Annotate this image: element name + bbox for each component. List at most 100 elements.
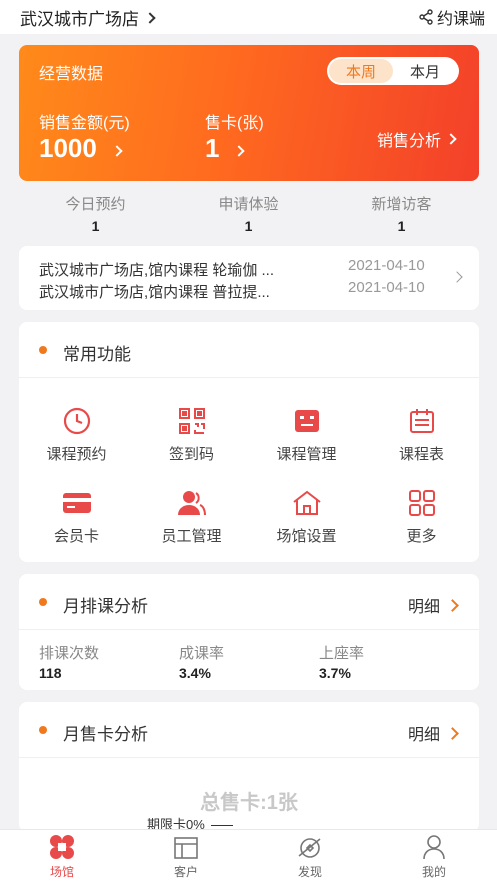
section-header: 月排课分析 明细	[19, 574, 479, 630]
chevron-right-icon	[446, 726, 459, 740]
notice-text: 武汉城市广场店,馆内课程 轮瑜伽 ...	[39, 262, 275, 279]
chevron-right-icon	[111, 144, 123, 157]
tab-label: 我的	[421, 865, 446, 879]
business-data-card: 经营数据 本周 本月 销售金额(元) 1000 售卡(张) 1 销售分析	[19, 45, 479, 181]
detail-link[interactable]: 明细	[407, 721, 459, 745]
bullet-dot	[39, 346, 47, 354]
total-cards-sold: 总售卡:1张	[200, 792, 298, 814]
func-staff-management[interactable]: 员工管理	[134, 488, 249, 546]
cards-sold[interactable]: 1	[205, 133, 246, 164]
share-icon	[419, 9, 433, 25]
func-course-management[interactable]: 课程管理	[249, 406, 364, 464]
stat-attendance-rate: 上座率 3.7%	[319, 642, 364, 681]
venue-home-icon	[249, 488, 364, 518]
course-manage-icon	[249, 406, 364, 436]
daily-stats: 今日预约 1 申请体验 1 新增访客 1	[19, 186, 479, 236]
top-bar: 武汉城市广场店 约课端	[0, 0, 497, 34]
period-toggle: 本周 本月	[327, 57, 459, 85]
func-course-booking[interactable]: 课程预约	[19, 406, 134, 464]
section-title: 常用功能	[63, 345, 131, 364]
member-card-icon	[19, 488, 134, 518]
tab-customers[interactable]: 客户	[124, 830, 248, 883]
tab-discover[interactable]: 发现	[248, 830, 372, 883]
cards-sold-label: 售卡(张)	[205, 115, 264, 132]
chevron-right-icon	[446, 598, 459, 612]
customer-tab-icon	[124, 830, 248, 860]
func-label: 课程管理	[276, 446, 337, 463]
stat-new-visitors[interactable]: 新增访客 1	[325, 186, 478, 234]
func-label: 更多	[406, 528, 437, 545]
legend-line	[210, 825, 233, 827]
notice-date: 2021-04-10	[348, 257, 425, 274]
venue-tab-icon	[0, 830, 124, 860]
tab-label: 发现	[297, 865, 322, 879]
stat-trial-requests[interactable]: 申请体验 1	[172, 186, 325, 234]
period-tab-month[interactable]: 本月	[393, 59, 457, 83]
section-header: 常用功能	[19, 322, 479, 378]
section-header: 月售卡分析 明细	[19, 702, 479, 758]
func-label: 签到码	[168, 446, 214, 463]
func-label: 课程表	[398, 446, 444, 463]
func-label: 课程预约	[46, 446, 107, 463]
func-schedule[interactable]: 课程表	[364, 406, 479, 464]
store-name: 武汉城市广场店	[20, 10, 139, 29]
stat-value: 3.4%	[179, 665, 211, 681]
bullet-dot	[39, 726, 47, 734]
grid-more-icon	[364, 488, 479, 518]
period-tab-week[interactable]: 本周	[329, 59, 393, 83]
bullet-dot	[39, 598, 47, 606]
chevron-right-icon	[233, 144, 246, 157]
section-title: 月售卡分析	[63, 725, 148, 744]
sales-analysis-link[interactable]: 销售分析	[376, 127, 457, 151]
common-functions-card: 常用功能 课程预约 签到码 课程管理 课程表 会员卡 员工管理 场馆设置 更多	[19, 322, 479, 562]
share-link[interactable]: 约课端	[418, 5, 485, 29]
notice-text: 武汉城市广场店,馆内课程 普拉提...	[39, 284, 270, 301]
chevron-right-icon	[144, 11, 156, 24]
stat-value: 1	[244, 218, 253, 234]
tab-label: 客户	[173, 865, 198, 879]
tab-venue[interactable]: 场馆	[0, 830, 124, 883]
stat-label: 申请体验	[218, 196, 279, 213]
stat-schedule-count: 排课次数 118	[39, 642, 99, 681]
stat-label: 成课率	[179, 645, 225, 662]
detail-link[interactable]: 明细	[407, 593, 459, 617]
business-data-title: 经营数据	[39, 66, 104, 83]
notice-list[interactable]: 武汉城市广场店,馆内课程 轮瑜伽 ... 2021-04-10 武汉城市广场店,…	[19, 246, 479, 310]
monthly-schedule-card: 月排课分析 明细 排课次数 118 成课率 3.4% 上座率 3.7%	[19, 574, 479, 690]
stat-value: 1	[91, 218, 100, 234]
notice-date: 2021-04-10	[348, 279, 425, 296]
chevron-right-icon	[445, 133, 457, 145]
stat-value: 3.7%	[319, 665, 351, 681]
stat-completion-rate: 成课率 3.4%	[179, 642, 224, 681]
discover-tab-icon	[248, 830, 372, 860]
tab-label: 场馆	[49, 865, 74, 879]
func-label: 场馆设置	[276, 528, 337, 545]
stat-value: 1	[397, 218, 406, 234]
bottom-tab-bar: 场馆 客户 发现 我的	[0, 829, 497, 883]
stat-label: 新增访客	[371, 196, 432, 213]
sales-amount[interactable]: 1000	[39, 133, 123, 164]
func-member-card[interactable]: 会员卡	[19, 488, 134, 546]
stat-today-booking[interactable]: 今日预约 1	[19, 186, 172, 234]
func-label: 员工管理	[161, 528, 222, 545]
func-checkin-code[interactable]: 签到码	[134, 406, 249, 464]
func-label: 会员卡	[53, 528, 99, 545]
tab-profile[interactable]: 我的	[372, 830, 496, 883]
stat-label: 今日预约	[65, 196, 126, 213]
detail-label: 明细	[407, 599, 440, 616]
func-more[interactable]: 更多	[364, 488, 479, 546]
staff-icon	[134, 488, 249, 518]
section-title: 月排课分析	[63, 597, 148, 616]
profile-tab-icon	[372, 830, 496, 860]
chevron-right-icon	[451, 271, 463, 283]
stat-value: 118	[39, 665, 62, 681]
cards-sold-value: 1	[205, 133, 220, 163]
stat-label: 排课次数	[39, 645, 100, 662]
detail-label: 明细	[407, 727, 440, 744]
calendar-icon	[364, 406, 479, 436]
monthly-cards-card: 月售卡分析 明细 总售卡:1张 期限卡0%	[19, 702, 479, 832]
func-venue-settings[interactable]: 场馆设置	[249, 488, 364, 546]
sales-analysis-label: 销售分析	[376, 133, 441, 150]
store-selector[interactable]: 武汉城市广场店	[20, 5, 156, 30]
share-label: 约课端	[436, 11, 485, 28]
